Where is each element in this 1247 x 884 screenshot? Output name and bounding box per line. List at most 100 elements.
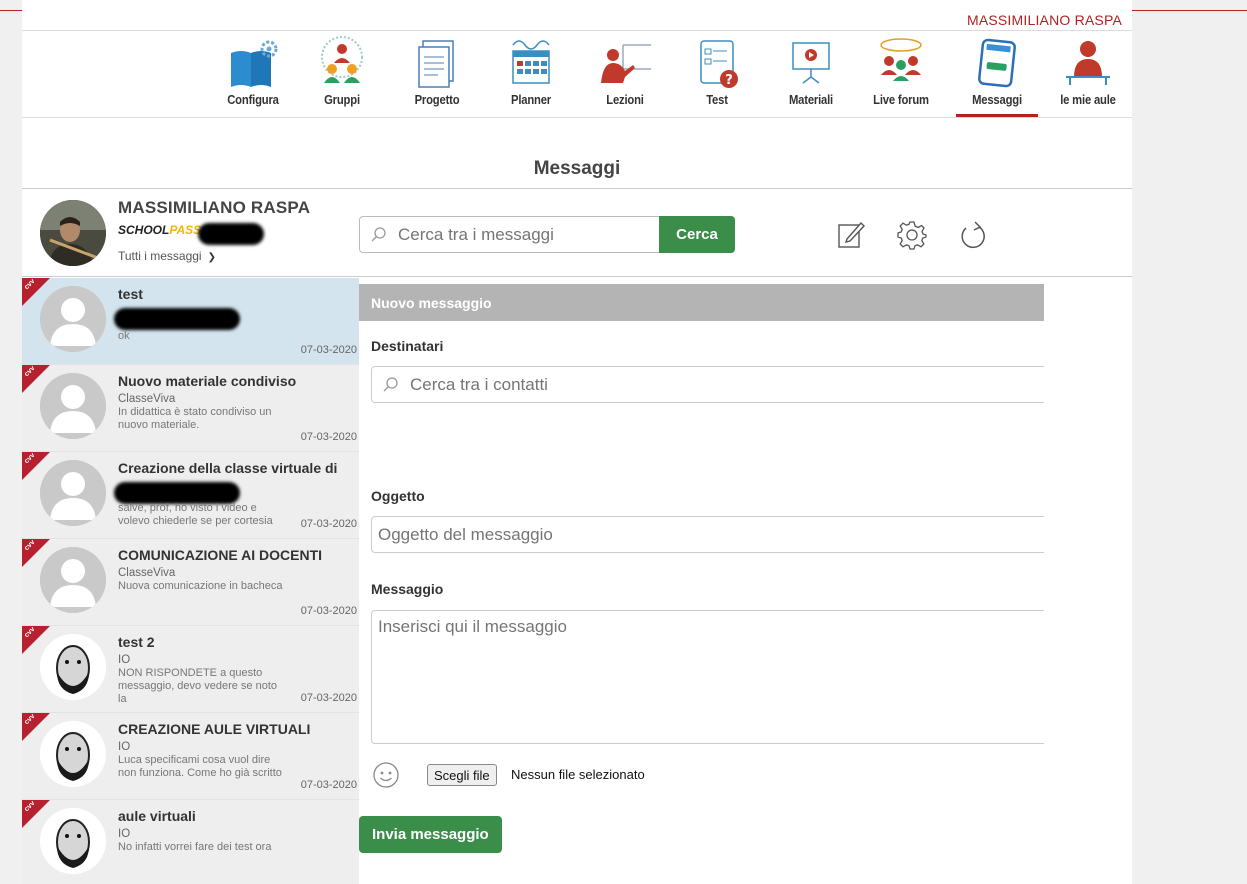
configure-book-gear-icon (231, 40, 278, 87)
message-subject: test 2 (118, 634, 155, 650)
avatar (40, 286, 106, 352)
message-subject: Nuovo materiale condiviso (118, 373, 297, 389)
subject-input[interactable] (378, 524, 1018, 546)
message-subject: aule virtuali (118, 808, 196, 824)
default-user-icon (40, 460, 106, 526)
message-sender: ClasseViva (118, 393, 176, 405)
school-logo-suffix: PASS (169, 223, 202, 237)
nav-label: le mie aule (1060, 93, 1116, 107)
message-sender: IO (118, 654, 131, 666)
avatar (40, 460, 106, 526)
svg-text:?: ? (725, 73, 733, 88)
list-item[interactable]: cvv Nuovo materiale condiviso ClasseViva… (22, 365, 359, 452)
nav-item-configura[interactable]: Configura (218, 35, 288, 119)
redacted-text (114, 308, 240, 330)
message-textarea[interactable] (378, 617, 1028, 737)
gear-icon[interactable] (896, 219, 928, 251)
refresh-icon[interactable] (957, 219, 989, 251)
message-subject: COMUNICAZIONE AI DOCENTI (118, 547, 323, 563)
user-photo-icon (40, 634, 106, 700)
avatar (40, 547, 106, 613)
school-logo: SCHOOLPASS (118, 223, 201, 241)
file-status: Nessun file selezionato (511, 767, 645, 782)
choose-file-button[interactable]: Scegli file (427, 764, 497, 786)
message-date: 07-03-2020 (300, 692, 357, 704)
search-input[interactable] (398, 224, 648, 246)
nav-item-live-forum[interactable]: Live forum (864, 35, 938, 119)
profile-toolbar: MASSIMILIANO RASPA SCHOOLPASS Tutti i me… (22, 189, 1132, 277)
list-item[interactable]: cvv test 2 IO NON RISPONDETE a questo me… (22, 626, 359, 713)
list-item[interactable]: cvv test ok 07-03-2020 (22, 278, 359, 365)
nav-item-gruppi[interactable]: Gruppi (307, 35, 377, 119)
nav-item-materiali[interactable]: Materiali (776, 35, 846, 119)
list-item[interactable]: cvv Creazione della classe virtuale di s… (22, 452, 359, 539)
chevron-down-icon: ❯ (207, 252, 216, 263)
groups-people-icon (321, 36, 363, 83)
message-date: 07-03-2020 (300, 518, 357, 530)
materials-video-board-icon (792, 42, 830, 84)
test-question-icon: ? (700, 40, 738, 88)
lessons-teacher-icon (601, 44, 651, 83)
message-preview: No infatti vorrei fare dei test ora (118, 841, 272, 853)
avatar (40, 721, 106, 787)
message-date: 07-03-2020 (300, 779, 357, 791)
message-preview: In didattica è stato condiviso un nuovo … (118, 406, 272, 431)
search-icon (371, 227, 386, 242)
search-icon (383, 377, 398, 392)
nav-label: Lezioni (606, 93, 644, 107)
message-preview: ok (118, 330, 130, 342)
compose-header: Nuovo messaggio (359, 284, 1044, 321)
message-subject: Creazione della classe virtuale di (118, 460, 338, 476)
message-sender: IO (118, 828, 131, 840)
header-user-name[interactable]: MASSIMILIANO RASPA (967, 12, 1122, 28)
nav-item-le-mie-aule[interactable]: le mie aule (1050, 35, 1126, 119)
message-preview: Nuova comunicazione in bacheca (118, 580, 283, 592)
message-date: 07-03-2020 (300, 344, 357, 356)
nav-label: Test (706, 93, 728, 107)
nav-item-progetto[interactable]: Progetto (402, 35, 472, 119)
app-window: MASSIMILIANO RASPA Configura Gruppi Prog… (22, 0, 1132, 884)
filter-label: Tutti i messaggi (118, 249, 202, 263)
list-item[interactable]: cvv CREAZIONE AULE VIRTUALI IO Luca spec… (22, 713, 359, 800)
message-search-box (359, 216, 659, 253)
nav-item-lezioni[interactable]: Lezioni (590, 35, 660, 119)
recipients-input[interactable] (410, 374, 1050, 396)
message-label: Messaggio (371, 581, 444, 597)
user-photo-icon (40, 200, 106, 266)
redacted-text (114, 482, 240, 504)
message-preview: Luca specificami cosa vuol dire non funz… (118, 754, 282, 779)
search-button[interactable]: Cerca (659, 216, 735, 253)
message-date: 07-03-2020 (300, 431, 357, 443)
redacted-text (198, 223, 264, 245)
subject-label: Oggetto (371, 488, 425, 504)
user-photo-icon (40, 808, 106, 874)
compose-icon[interactable] (835, 219, 867, 251)
nav-label: Materiali (788, 93, 834, 107)
message-subject: test (118, 286, 143, 302)
page: MASSIMILIANO RASPA Configura Gruppi Prog… (0, 0, 1247, 884)
page-title: Messaggi (533, 158, 621, 179)
list-item[interactable]: cvv aule virtuali IO No infatti vorrei f… (22, 800, 359, 884)
main-nav: Configura Gruppi Progetto Planner Lezion… (22, 30, 1132, 118)
send-message-button[interactable]: Invia messaggio (359, 816, 502, 853)
nav-item-messaggi[interactable]: Messaggi (956, 35, 1038, 119)
default-user-icon (40, 373, 106, 439)
message-preview: NON RISPONDETE a questo messaggio, devo … (118, 667, 277, 705)
planner-calendar-icon (512, 40, 550, 84)
avatar (40, 808, 106, 874)
nav-item-test[interactable]: ? Test (682, 35, 752, 119)
nav-label: Configura (227, 93, 279, 107)
avatar (40, 200, 106, 266)
list-item[interactable]: cvv COMUNICAZIONE AI DOCENTI ClasseViva … (22, 539, 359, 626)
message-sender: ClasseViva (118, 567, 176, 579)
message-sender: IO (118, 741, 131, 753)
avatar (40, 634, 106, 700)
user-photo-icon (40, 721, 106, 787)
nav-label: Messaggi (972, 93, 1022, 107)
emoji-icon[interactable] (371, 760, 401, 790)
project-document-icon (418, 40, 454, 88)
nav-item-planner[interactable]: Planner (496, 35, 566, 119)
default-user-icon (40, 547, 106, 613)
message-filter-dropdown[interactable]: Tutti i messaggi ❯ (118, 249, 216, 263)
nav-label: Progetto (414, 93, 460, 107)
